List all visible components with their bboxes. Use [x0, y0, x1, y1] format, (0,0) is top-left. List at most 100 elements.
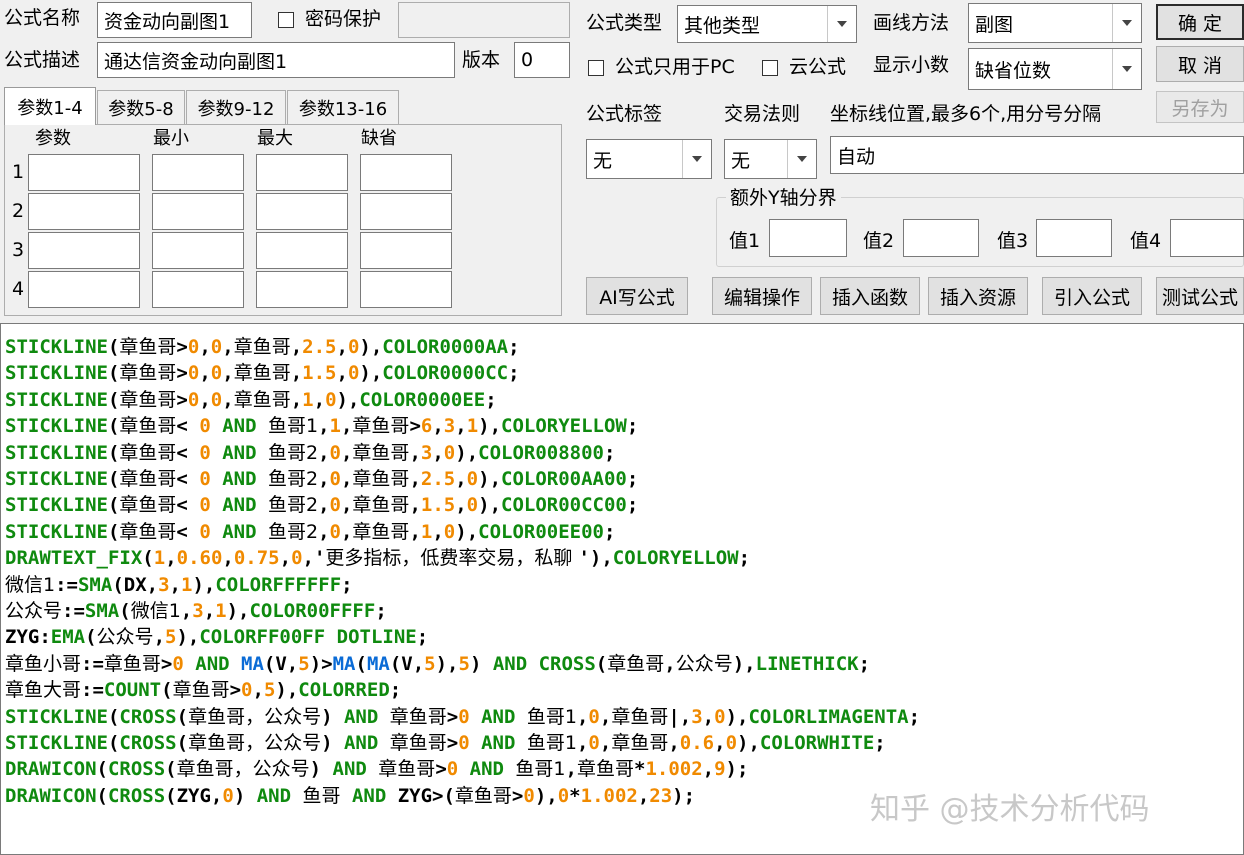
y-value1-input[interactable] — [769, 219, 847, 257]
y-value3-input[interactable] — [1036, 219, 1112, 257]
password-protect-checkbox[interactable] — [278, 12, 294, 28]
draw-method-select[interactable]: 副图 — [968, 3, 1142, 43]
code-token: AND — [183, 652, 242, 675]
param-name-input[interactable] — [28, 193, 140, 230]
code-token: , — [169, 573, 181, 596]
chevron-down-icon[interactable] — [827, 6, 856, 42]
code-token: 鱼哥1 — [526, 732, 577, 754]
version-input[interactable]: 0 — [514, 42, 570, 78]
ai-write-button[interactable]: AI写公式 — [586, 277, 688, 315]
code-token: 1 — [215, 600, 227, 622]
code-token: ( — [107, 441, 120, 464]
code-line: STICKLINE(章鱼哥< 0 AND 鱼哥2,0,章鱼哥,1,0),COLO… — [5, 520, 615, 543]
y-value3-label: 值3 — [997, 230, 1029, 252]
code-token: , — [455, 494, 467, 517]
code-token: ( — [96, 758, 108, 781]
param-default-input[interactable] — [360, 271, 452, 308]
axis-position-input[interactable]: 自动 — [830, 136, 1244, 174]
code-token: , — [313, 388, 326, 411]
formula-code-editor[interactable]: STICKLINE(章鱼哥>0,0,章鱼哥,2.5,0),COLOR0000AA… — [0, 323, 1244, 855]
code-token: ( — [107, 388, 120, 411]
import-formula-button[interactable]: 引入公式 — [1042, 277, 1142, 315]
formula-tag-select[interactable]: 无 — [586, 139, 712, 179]
ok-button[interactable]: 确 定 — [1156, 4, 1244, 40]
code-token: , — [455, 415, 467, 438]
code-token: ; — [738, 547, 751, 570]
formula-name-input[interactable]: 资金动向副图1 — [97, 2, 252, 38]
y-value2-input[interactable] — [903, 219, 979, 257]
param-name-input[interactable] — [28, 232, 140, 269]
code-token: ( — [107, 520, 120, 543]
code-token: (V, — [263, 652, 299, 675]
param-max-input[interactable] — [256, 154, 348, 191]
code-token: < — [176, 520, 200, 543]
param-min-input[interactable] — [152, 232, 244, 269]
y-value4-input[interactable] — [1170, 219, 1244, 257]
tab-params-1-4[interactable]: 参数1-4 — [4, 87, 96, 125]
code-token: 5 — [298, 652, 310, 675]
code-token: ) — [321, 732, 333, 754]
param-min-input[interactable] — [152, 271, 244, 308]
tab-params-5-8[interactable]: 参数5-8 — [97, 90, 185, 124]
chevron-down-icon[interactable] — [682, 140, 711, 178]
save-as-button[interactable]: 另存为 — [1156, 91, 1244, 123]
code-token: , — [409, 441, 421, 464]
param-name-input[interactable] — [28, 154, 140, 191]
code-token: AND — [332, 705, 390, 728]
insert-resource-button[interactable]: 插入资源 — [928, 277, 1028, 315]
param-default-input[interactable] — [360, 232, 452, 269]
code-line: STICKLINE(章鱼哥< 0 AND 鱼哥2,0,章鱼哥,3,0),COLO… — [5, 441, 615, 464]
chevron-down-icon[interactable] — [787, 140, 816, 178]
code-token: COLORRED — [298, 679, 390, 702]
tab-params-9-12[interactable]: 参数9-12 — [186, 90, 286, 124]
code-token: COUNT — [103, 679, 162, 702]
param-max-input[interactable] — [256, 271, 348, 308]
code-token: COLORFF00FF DOTLINE — [199, 626, 417, 649]
code-token: AND — [469, 732, 527, 754]
code-token: ), — [478, 468, 502, 490]
code-token: , — [203, 600, 216, 622]
code-line: ZYG:EMA(公众号,5),COLORFF00FF DOTLINE; — [5, 628, 428, 647]
code-token: 章鱼哥，公众号 — [176, 758, 310, 781]
code-token: , — [318, 415, 330, 438]
pc-only-checkbox[interactable] — [588, 60, 604, 76]
code-token: AND — [210, 441, 268, 464]
param-max-input[interactable] — [256, 232, 348, 269]
code-token: 3 — [158, 573, 170, 596]
code-token: COLORYELLOW — [501, 415, 627, 438]
formula-desc-input[interactable]: 通达信资金动向副图1 — [97, 42, 455, 78]
insert-function-button[interactable]: 插入函数 — [820, 277, 920, 315]
decimal-select[interactable]: 缺省位数 — [968, 48, 1142, 90]
code-token: 0 — [329, 468, 341, 490]
code-token: ( — [161, 679, 173, 702]
tab-params-13-16[interactable]: 参数13-16 — [287, 90, 399, 124]
code-token: > — [160, 652, 173, 675]
code-token: , — [455, 468, 467, 490]
code-token: , — [340, 441, 353, 464]
test-formula-button[interactable]: 测试公式 — [1156, 277, 1244, 315]
param-min-input[interactable] — [152, 193, 244, 230]
code-token: , — [702, 758, 715, 781]
cloud-formula-checkbox[interactable] — [762, 60, 778, 76]
edit-ops-button[interactable]: 编辑操作 — [712, 277, 812, 315]
code-token: COLOR00FFFF — [249, 600, 376, 622]
password-input[interactable] — [398, 2, 570, 38]
chevron-down-icon[interactable] — [1112, 49, 1141, 89]
code-token: ), — [455, 441, 479, 464]
trade-rule-select[interactable]: 无 — [724, 139, 817, 179]
formula-type-select[interactable]: 其他类型 — [677, 5, 857, 43]
code-token: STICKLINE — [5, 336, 108, 358]
code-token: 章鱼哥 — [389, 705, 447, 728]
param-default-input[interactable] — [360, 154, 452, 191]
code-token: 0 — [466, 468, 479, 490]
code-token: * — [569, 784, 581, 807]
code-token: 0 — [199, 441, 211, 464]
chevron-down-icon[interactable] — [1112, 4, 1141, 42]
param-default-input[interactable] — [360, 193, 452, 230]
param-name-input[interactable] — [28, 271, 140, 308]
param-min-input[interactable] — [152, 154, 244, 191]
code-token: 1 — [302, 388, 314, 411]
code-token: 1 — [420, 520, 433, 543]
param-max-input[interactable] — [256, 193, 348, 230]
cancel-button[interactable]: 取 消 — [1156, 46, 1244, 82]
